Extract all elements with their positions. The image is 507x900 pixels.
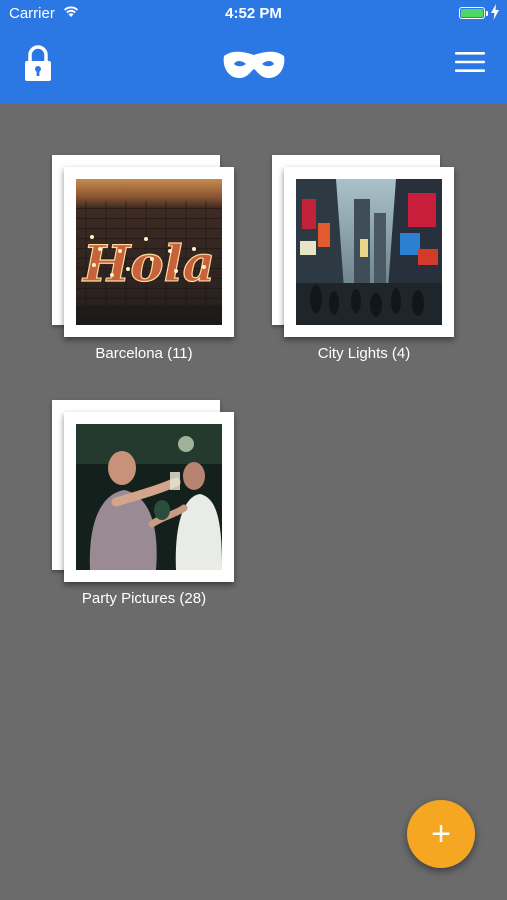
plus-icon: +: [431, 815, 451, 853]
album-thumbnail-card: [64, 412, 234, 582]
album-thumbnail-card: [284, 167, 454, 337]
party-people-photo: [76, 424, 222, 570]
charging-bolt-icon: [491, 4, 499, 25]
album-stack: Hola: [52, 155, 236, 337]
svg-text:Hola: Hola: [81, 234, 215, 293]
album-stack: [52, 400, 236, 582]
add-album-button[interactable]: +: [407, 800, 475, 868]
album-label: Barcelona (11): [95, 345, 193, 362]
album-label: City Lights (4): [317, 345, 411, 362]
album-label: Party Pictures (28): [81, 590, 207, 607]
lock-icon: [25, 45, 51, 81]
battery-tip: [486, 11, 488, 16]
album-stack: [272, 155, 456, 337]
hamburger-menu-icon: [455, 52, 485, 72]
album-barcelona[interactable]: Hola Barcelona (11): [52, 155, 236, 362]
battery-icon: [459, 7, 485, 19]
album-party-pictures[interactable]: Party Pictures (28): [52, 400, 236, 607]
status-bar: Carrier 4:52 PM: [0, 0, 507, 28]
nav-bar: [0, 28, 507, 103]
status-time: 4:52 PM: [225, 5, 282, 22]
app-header: Carrier 4:52 PM: [0, 0, 507, 103]
hola-neon-sign-photo: Hola: [76, 179, 222, 325]
album-thumbnail-card: Hola: [64, 167, 234, 337]
album-city-lights[interactable]: City Lights (4): [272, 155, 456, 362]
city-street-night-photo: [296, 179, 442, 325]
lock-button[interactable]: [22, 45, 54, 83]
menu-button[interactable]: [452, 49, 488, 75]
battery-level-fill: [461, 9, 483, 17]
mask-icon: [222, 50, 286, 80]
